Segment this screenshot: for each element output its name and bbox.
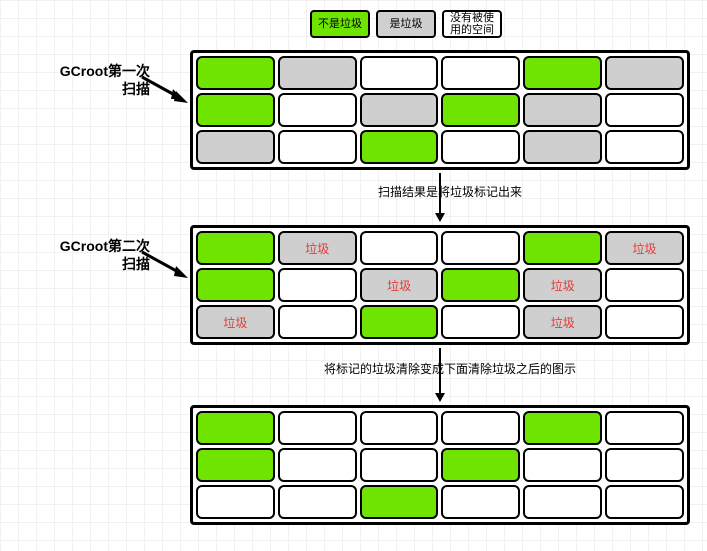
grid-cell — [360, 485, 439, 519]
label-scan2: GCroot第二次 扫描 — [10, 237, 150, 273]
grid-cell — [278, 93, 357, 127]
grid-cell — [441, 93, 520, 127]
grid-cell — [441, 305, 520, 339]
legend: 不是垃圾 是垃圾 没有被使用的空间 — [310, 10, 502, 38]
note-after-scan2: 将标记的垃圾清除变成下面清除垃圾之后的图示 — [300, 360, 600, 377]
grid-cell — [278, 130, 357, 164]
grid-cell — [196, 231, 275, 265]
grid-row: 垃圾 垃圾 — [196, 268, 684, 302]
grid-cell — [441, 268, 520, 302]
grid-cell — [278, 448, 357, 482]
grid-cell — [196, 411, 275, 445]
grid-cell — [196, 93, 275, 127]
grid-cell — [360, 130, 439, 164]
grid-cell — [360, 56, 439, 90]
grid-cell — [360, 305, 439, 339]
label-scan1-line1: GCroot第一次 — [60, 63, 150, 79]
grid-cell — [441, 448, 520, 482]
grid-cell — [605, 485, 684, 519]
grid-cell — [441, 130, 520, 164]
grid-cell — [523, 231, 602, 265]
grid-row — [196, 485, 684, 519]
grid-cell — [196, 130, 275, 164]
legend-unused-space: 没有被使用的空间 — [442, 10, 502, 38]
grid-row — [196, 56, 684, 90]
grid-cell — [605, 411, 684, 445]
grid-cell-garbage-marked: 垃圾 — [360, 268, 439, 302]
grid-row: 垃圾 垃圾 — [196, 305, 684, 339]
grid-cell-garbage-marked: 垃圾 — [523, 268, 602, 302]
grid-cell — [360, 411, 439, 445]
grid-cell — [278, 56, 357, 90]
note-after-scan1: 扫描结果是将垃圾标记出来 — [300, 183, 600, 200]
grid-cell — [605, 268, 684, 302]
grid-cell — [196, 485, 275, 519]
grid-cell — [441, 485, 520, 519]
grid-cell — [523, 56, 602, 90]
grid-cell — [523, 485, 602, 519]
label-scan2-line1: GCroot第二次 — [60, 238, 150, 254]
memory-grid-1 — [190, 50, 690, 170]
grid-row: 垃圾 垃圾 — [196, 231, 684, 265]
grid-cell — [605, 448, 684, 482]
grid-cell — [605, 56, 684, 90]
grid-cell — [196, 56, 275, 90]
grid-cell — [523, 448, 602, 482]
grid-cell — [278, 411, 357, 445]
grid-cell-garbage-marked: 垃圾 — [196, 305, 275, 339]
grid-cell — [278, 268, 357, 302]
legend-is-garbage: 是垃圾 — [376, 10, 436, 38]
grid-cell — [360, 93, 439, 127]
grid-cell — [605, 130, 684, 164]
grid-row — [196, 448, 684, 482]
memory-grid-3 — [190, 405, 690, 525]
grid-cell — [278, 485, 357, 519]
grid-cell — [523, 130, 602, 164]
grid-cell-garbage-marked: 垃圾 — [605, 231, 684, 265]
grid-cell — [278, 305, 357, 339]
grid-cell — [196, 268, 275, 302]
grid-row — [196, 411, 684, 445]
grid-cell — [441, 56, 520, 90]
grid-cell — [523, 411, 602, 445]
grid-cell — [441, 411, 520, 445]
grid-cell-garbage-marked: 垃圾 — [278, 231, 357, 265]
arrow-scan2 — [140, 250, 195, 285]
legend-not-garbage: 不是垃圾 — [310, 10, 370, 38]
memory-grid-2: 垃圾垃圾垃圾垃圾垃圾垃圾 — [190, 225, 690, 345]
grid-cell — [605, 305, 684, 339]
arrow-scan1 — [140, 75, 195, 110]
grid-row — [196, 130, 684, 164]
grid-row — [196, 93, 684, 127]
grid-cell — [360, 448, 439, 482]
label-scan1: GCroot第一次 扫描 — [10, 62, 150, 98]
grid-cell — [523, 93, 602, 127]
grid-cell — [441, 231, 520, 265]
grid-cell-garbage-marked: 垃圾 — [523, 305, 602, 339]
grid-cell — [360, 231, 439, 265]
grid-cell — [605, 93, 684, 127]
grid-cell — [196, 448, 275, 482]
